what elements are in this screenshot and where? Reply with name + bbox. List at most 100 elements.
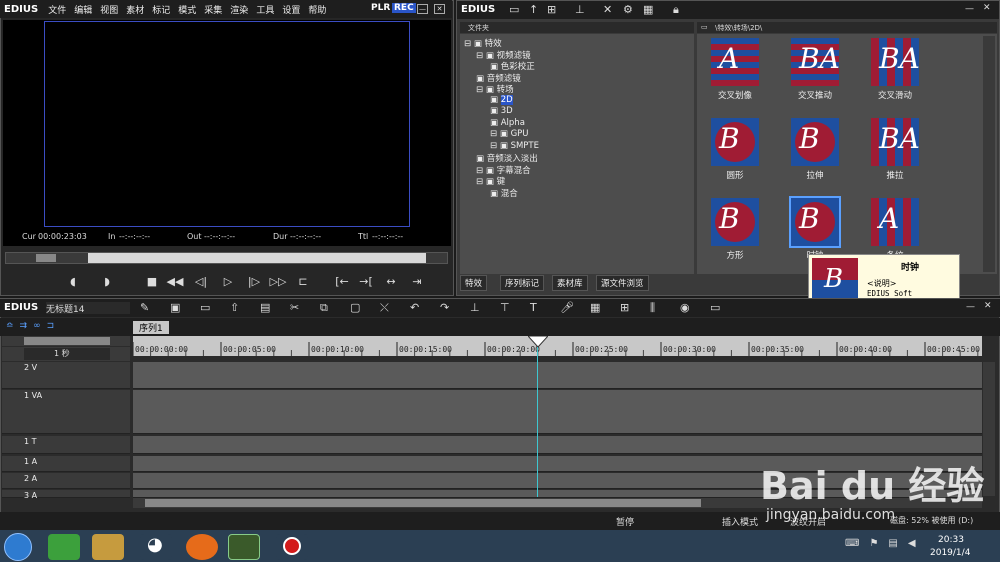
menu-item-4[interactable]: 标记: [148, 6, 174, 16]
rec-toggle[interactable]: REC: [392, 3, 416, 13]
track-header-5[interactable]: 3 A: [2, 490, 130, 500]
menu-item-6[interactable]: 采集: [200, 6, 226, 16]
volume-icon[interactable]: ◀: [908, 538, 916, 549]
export-icon[interactable]: ⇥: [407, 272, 427, 290]
effect-thumb-0[interactable]: A: [711, 38, 759, 86]
redo-icon[interactable]: ↷: [440, 301, 449, 314]
effects-tab-0[interactable]: 特效: [460, 275, 488, 291]
track-header-1[interactable]: 1 VA: [2, 390, 130, 434]
set-out-icon[interactable]: ◗: [97, 272, 117, 290]
save-icon[interactable]: ▤: [260, 301, 270, 314]
tree-item-7[interactable]: ▣ Alpha: [490, 118, 525, 128]
ripple-icon[interactable]: ⇉: [20, 321, 28, 333]
delete-icon[interactable]: ✕: [603, 3, 612, 16]
menu-item-7[interactable]: 渲染: [226, 6, 252, 16]
grid-scrollbar[interactable]: [983, 36, 995, 272]
edit-icon[interactable]: ✎: [140, 301, 149, 314]
step-forward-icon[interactable]: |▷: [244, 272, 264, 290]
scrubber-handle[interactable]: [36, 254, 56, 262]
track-lane-1[interactable]: [133, 390, 982, 434]
render-icon[interactable]: ◉: [680, 301, 690, 314]
tree-item-9[interactable]: ⊟ ▣ SMPTE: [490, 141, 539, 151]
snap-icon[interactable]: ⊐: [47, 321, 55, 333]
loop-icon[interactable]: ⊏: [293, 272, 313, 290]
mixer-icon[interactable]: ▦: [590, 301, 600, 314]
output-icon[interactable]: ▭: [710, 301, 720, 314]
track-lane-2[interactable]: [133, 436, 982, 454]
effect-thumb-6[interactable]: B: [711, 198, 759, 246]
delete-icon[interactable]: ⤬: [380, 301, 389, 315]
effect-thumb-1[interactable]: BA: [791, 38, 840, 86]
track-header-0[interactable]: 2 V: [2, 362, 130, 389]
effects-tab-1[interactable]: 序列标记: [500, 275, 545, 291]
effect-thumb-4[interactable]: B: [791, 118, 839, 166]
link-icon[interactable]: ∞: [33, 321, 41, 333]
overwrite-icon[interactable]: →[: [356, 272, 376, 290]
track-header-3[interactable]: 1 A: [2, 456, 130, 472]
effect-thumb-5[interactable]: BA: [871, 118, 920, 166]
zoom-select[interactable]: 1 秒: [24, 348, 110, 360]
capture-icon[interactable]: ▣: [170, 301, 180, 314]
track-lane-0[interactable]: [133, 362, 982, 389]
effect-thumb-7[interactable]: B: [789, 196, 841, 248]
menu-item-10[interactable]: 帮助: [304, 6, 330, 16]
set-in-icon[interactable]: ◖: [63, 272, 83, 290]
firefox-app-icon[interactable]: [186, 534, 218, 560]
menu-item-9[interactable]: 设置: [278, 6, 304, 16]
lock-icon[interactable]: 🔒︎: [673, 3, 679, 17]
timeline-close-icon[interactable]: ✕: [984, 301, 992, 311]
fast-forward-icon[interactable]: ▷▷: [268, 272, 288, 290]
paste-icon[interactable]: ▢: [350, 301, 360, 314]
tree-item-6[interactable]: ▣ 3D: [490, 106, 513, 116]
menu-item-5[interactable]: 模式: [174, 6, 200, 16]
close-icon[interactable]: ✕: [434, 4, 445, 14]
plr-toggle[interactable]: PLR: [371, 3, 390, 13]
undo-icon[interactable]: ↶: [410, 301, 419, 314]
effects-tab-2[interactable]: 素材库: [552, 275, 588, 291]
tree-item-8[interactable]: ⊟ ▣ GPU: [490, 129, 529, 139]
effects-tab-3[interactable]: 源文件浏览: [596, 275, 649, 291]
title-icon[interactable]: T: [530, 301, 537, 314]
track-header-2[interactable]: 1 T: [2, 436, 130, 454]
track-mode-icon[interactable]: ≏: [6, 321, 14, 333]
qq-app-icon[interactable]: ◕: [140, 534, 172, 560]
new-folder-icon[interactable]: ⊞: [547, 3, 556, 16]
grid-icon[interactable]: ⊞: [620, 301, 629, 314]
tree-item-12[interactable]: ⊟ ▣ 键: [476, 175, 505, 187]
timeline-minimize-icon[interactable]: —: [966, 302, 975, 312]
tree-item-5[interactable]: ▣ 2D: [490, 94, 513, 105]
tree-item-4[interactable]: ⊟ ▣ 转场: [476, 83, 514, 95]
tree-item-10[interactable]: ▣ 音频淡入淡出: [476, 152, 538, 164]
effect-thumb-8[interactable]: A: [871, 198, 919, 246]
zoom-slider-row[interactable]: [2, 336, 130, 346]
sequence-tab[interactable]: 序列1: [133, 321, 169, 334]
effect-thumb-3[interactable]: B: [711, 118, 759, 166]
network-icon[interactable]: ▤: [888, 538, 897, 549]
menu-item-3[interactable]: 素材: [122, 6, 148, 16]
playhead-marker[interactable]: [526, 335, 550, 348]
play-icon[interactable]: ▷: [218, 272, 238, 290]
view-icon[interactable]: ▦: [643, 3, 653, 16]
mark-in-icon[interactable]: ⊥: [470, 301, 480, 314]
tree-item-1[interactable]: ⊟ ▣ 视频滤镜: [476, 49, 531, 61]
flag-icon[interactable]: ⚑: [869, 538, 878, 549]
menu-item-1[interactable]: 编辑: [70, 6, 96, 16]
tree-item-3[interactable]: ▣ 音频滤镜: [476, 72, 521, 84]
effect-thumb-2[interactable]: BA: [871, 38, 920, 86]
browser-app-icon[interactable]: [48, 534, 80, 560]
tree-item-0[interactable]: ⊟ ▣ 特效: [464, 37, 502, 49]
start-button-icon[interactable]: [4, 533, 32, 561]
minimize-icon[interactable]: —: [417, 4, 428, 14]
menu-item-8[interactable]: 工具: [252, 6, 278, 16]
keyboard-icon[interactable]: ⌨: [845, 538, 859, 549]
menu-item-2[interactable]: 视图: [96, 6, 122, 16]
properties-icon[interactable]: ⚙: [623, 3, 633, 16]
new-icon[interactable]: ▭: [200, 301, 210, 314]
effects-close-icon[interactable]: ✕: [983, 3, 991, 13]
stop-icon[interactable]: ■: [142, 272, 162, 290]
menu-item-0[interactable]: 文件: [44, 6, 70, 16]
audio-icon[interactable]: ⫼: [650, 301, 655, 315]
effects-minimize-icon[interactable]: —: [965, 4, 974, 14]
insert-icon[interactable]: [←: [332, 272, 352, 290]
step-back-icon[interactable]: ◁|: [191, 272, 211, 290]
